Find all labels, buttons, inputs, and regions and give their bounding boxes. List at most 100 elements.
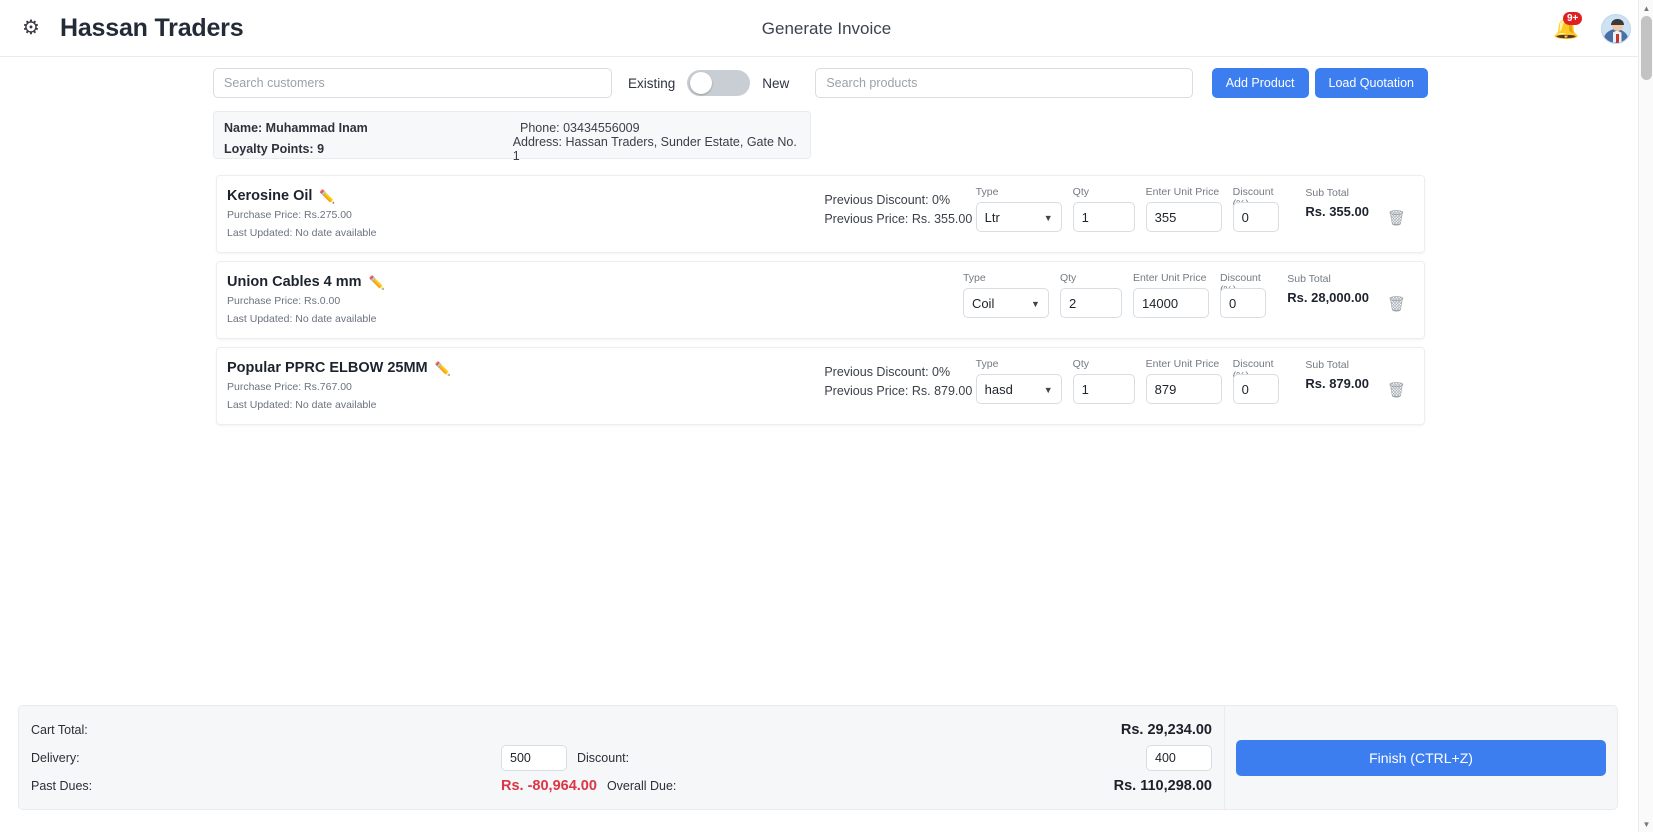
- type-select[interactable]: Coil: [962, 288, 1049, 318]
- customer-mode-switch[interactable]: [687, 70, 751, 96]
- qty-input[interactable]: [1072, 202, 1135, 232]
- overall-due-label: Overall Due:: [606, 779, 677, 793]
- unit-price-field: Enter Unit Price: [1132, 272, 1209, 318]
- type-select-wrap: Coil ▼: [962, 288, 1049, 318]
- totals-right: Finish (CTRL+Z): [1224, 706, 1617, 809]
- finish-button[interactable]: Finish (CTRL+Z): [1236, 739, 1606, 776]
- table-row: Kerosine Oil ✏️ Purchase Price: Rs.275.0…: [216, 175, 1425, 253]
- past-dues-value: Rs. -80,964.00: [501, 778, 597, 794]
- scroll-down-icon[interactable]: ▼: [1639, 816, 1653, 832]
- scroll-up-icon[interactable]: ▲: [1639, 0, 1653, 16]
- product-info: Kerosine Oil ✏️ Purchase Price: Rs.275.0…: [227, 186, 824, 240]
- qty-input[interactable]: [1072, 374, 1135, 404]
- previous-values: Previous Discount: 0% Previous Price: Rs…: [824, 186, 975, 229]
- previous-values: Previous Discount: 0% Previous Price: Rs…: [824, 358, 975, 401]
- discount-input[interactable]: [1146, 745, 1212, 771]
- product-name-wrap: Popular PPRC ELBOW 25MM ✏️: [227, 360, 824, 376]
- subtotal-value: Rs. 879.00: [1305, 376, 1369, 391]
- past-dues-line: Past Dues: Rs. -80,964.00 Overall Due: R…: [31, 772, 1212, 800]
- qty-label: Qty: [1059, 272, 1077, 284]
- product-search-input[interactable]: [815, 68, 1193, 98]
- product-name: Union Cables 4 mm: [227, 274, 362, 290]
- product-name: Kerosine Oil: [227, 188, 313, 204]
- discount-input[interactable]: [1219, 288, 1266, 318]
- search-toolbar: Existing New Add Product Load Quotation: [213, 68, 1428, 98]
- product-name: Popular PPRC ELBOW 25MM: [227, 360, 428, 376]
- avatar[interactable]: [1601, 13, 1631, 44]
- pencil-icon[interactable]: ✏️: [369, 276, 385, 289]
- avatar-hair: [1610, 18, 1624, 25]
- trash-icon[interactable]: 🗑: [1387, 199, 1406, 227]
- unit-price-label: Enter Unit Price: [1132, 272, 1207, 284]
- subtotal-label: Sub Total: [1305, 187, 1349, 199]
- subtotal-block: Sub Total Rs. 355.00: [1305, 186, 1369, 219]
- trash-icon[interactable]: 🗑: [1387, 371, 1406, 399]
- load-quotation-button[interactable]: Load Quotation: [1314, 68, 1428, 98]
- unit-price-label: Enter Unit Price: [1145, 186, 1220, 198]
- cart-total-value: Rs. 29,234.00: [1120, 722, 1212, 738]
- customer-mode-toggle-group: Existing New: [628, 70, 789, 96]
- totals-left: Cart Total: Rs. 29,234.00 Delivery: Disc…: [19, 706, 1224, 809]
- type-field: Type hasd ▼: [975, 358, 1062, 404]
- product-last-updated: Last Updated: No date available: [227, 313, 377, 325]
- unit-price-input[interactable]: [1145, 202, 1222, 232]
- delivery-label: Delivery:: [31, 751, 80, 765]
- scrollbar-thumb[interactable]: [1641, 16, 1652, 80]
- qty-input[interactable]: [1059, 288, 1122, 318]
- page-scrollbar[interactable]: ▲ ▼: [1638, 0, 1653, 832]
- pencil-icon[interactable]: ✏️: [319, 190, 335, 203]
- previous-discount: Previous Discount: 0%: [824, 193, 951, 207]
- trash-icon[interactable]: 🗑: [1387, 285, 1406, 313]
- qty-field: Qty: [1059, 272, 1122, 318]
- type-field: Type Ltr ▼: [975, 186, 1062, 232]
- unit-price-input[interactable]: [1132, 288, 1209, 318]
- header-center: Generate Invoice: [0, 0, 1653, 57]
- discount-field: Discount (%): [1232, 358, 1292, 404]
- type-select[interactable]: Ltr: [975, 202, 1062, 232]
- product-last-updated: Last Updated: No date available: [227, 399, 377, 411]
- type-select-wrap: Ltr ▼: [975, 202, 1062, 232]
- subtotal-label: Sub Total: [1305, 359, 1349, 371]
- qty-label: Qty: [1072, 186, 1089, 198]
- subtotal-label: Sub Total: [1287, 273, 1331, 285]
- notifications-button[interactable]: 🔔 9+: [1553, 11, 1583, 42]
- product-fields: Type hasd ▼ Qty Enter Unit Price: [975, 358, 1292, 404]
- unit-price-field: Enter Unit Price: [1145, 358, 1222, 404]
- product-purchase-price: Purchase Price: Rs.275.00: [227, 209, 352, 221]
- delivery-input[interactable]: [501, 745, 567, 771]
- table-row: Union Cables 4 mm ✏️ Purchase Price: Rs.…: [216, 261, 1425, 339]
- customer-name: Name: Muhammad Inam: [224, 120, 368, 135]
- customer-row-2: Loyalty Points: 9 Address: Hassan Trader…: [224, 135, 800, 163]
- customer-address: Address: Hassan Traders, Sunder Estate, …: [512, 134, 797, 163]
- product-fields: Type Ltr ▼ Qty Enter Unit Price: [975, 186, 1292, 232]
- brand-title: Hassan Traders: [60, 13, 244, 42]
- discount-field: Discount (%): [1232, 186, 1292, 232]
- unit-price-label: Enter Unit Price: [1145, 358, 1220, 370]
- discount-input[interactable]: [1232, 374, 1279, 404]
- qty-field: Qty: [1072, 186, 1135, 232]
- discount-label: Discount (%): [1232, 358, 1274, 382]
- pencil-icon[interactable]: ✏️: [435, 362, 451, 375]
- toggle-existing-label: Existing: [628, 75, 676, 91]
- unit-price-input[interactable]: [1145, 374, 1222, 404]
- product-info: Union Cables 4 mm ✏️ Purchase Price: Rs.…: [227, 272, 814, 326]
- overall-due-value: Rs. 110,298.00: [1113, 778, 1212, 794]
- product-name-wrap: Kerosine Oil ✏️: [227, 188, 824, 204]
- add-product-button[interactable]: Add Product: [1211, 68, 1309, 98]
- product-info: Popular PPRC ELBOW 25MM ✏️ Purchase Pric…: [227, 358, 824, 412]
- customer-info-card: Name: Muhammad Inam Phone: 03434556009 L…: [213, 111, 811, 163]
- subtotal-block: Sub Total Rs. 879.00: [1305, 358, 1369, 391]
- customer-phone: Phone: 03434556009: [520, 120, 640, 135]
- subtotal-value: Rs. 355.00: [1305, 204, 1369, 219]
- type-select[interactable]: hasd: [975, 374, 1062, 404]
- gear-logo-icon: ⚙: [22, 17, 40, 39]
- discount-field: Discount (%): [1219, 272, 1273, 318]
- cart-total-line: Cart Total: Rs. 29,234.00: [31, 716, 1212, 744]
- customer-search-input[interactable]: [213, 68, 613, 98]
- type-label: Type: [975, 186, 999, 198]
- discount-input[interactable]: [1232, 202, 1279, 232]
- generate-invoice-page: ⚙ Hassan Traders Generate Invoice 🔔 9+ ▲…: [0, 0, 1653, 832]
- type-label: Type: [962, 272, 986, 284]
- totals-bar: Cart Total: Rs. 29,234.00 Delivery: Disc…: [18, 705, 1618, 810]
- discount-label: Discount:: [577, 751, 630, 765]
